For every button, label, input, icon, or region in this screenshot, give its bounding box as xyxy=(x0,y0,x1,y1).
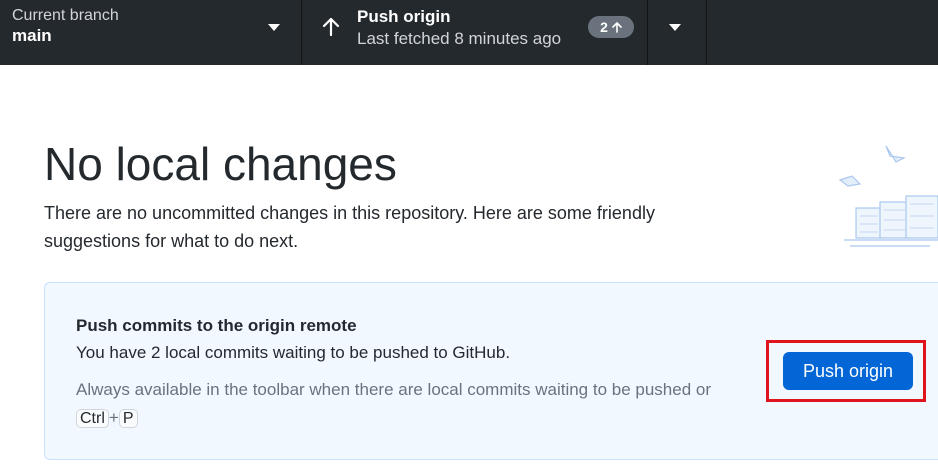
page-title: No local changes xyxy=(44,138,397,190)
shortcut-key-ctrl: Ctrl xyxy=(76,409,109,428)
branch-caret-down-icon xyxy=(268,24,280,31)
card-title: Push commits to the origin remote xyxy=(76,316,357,335)
push-dropdown-button[interactable] xyxy=(648,0,707,65)
ahead-count-badge: 2 xyxy=(588,16,634,38)
current-branch-name: main xyxy=(12,26,52,45)
card-description: You have 2 local commits waiting to be p… xyxy=(76,343,511,362)
shortcut-key-p: P xyxy=(118,409,138,428)
push-origin-title: Push origin xyxy=(357,7,451,26)
card-hint: Always available in the toolbar when the… xyxy=(76,376,756,433)
empty-state-illustration-icon xyxy=(838,145,938,247)
current-branch-label: Current branch xyxy=(12,7,119,24)
ahead-count: 2 xyxy=(600,19,608,35)
arrow-up-icon xyxy=(322,17,340,37)
card-hint-text: Always available in the toolbar when the… xyxy=(76,380,712,399)
push-caret-down-icon xyxy=(669,24,681,31)
shortcut-plus: + xyxy=(108,408,119,427)
badge-arrow-up-icon xyxy=(612,21,622,33)
push-origin-toolbar-button[interactable]: Push origin Last fetched 8 minutes ago 2 xyxy=(302,0,648,65)
push-origin-button[interactable]: Push origin xyxy=(783,352,913,390)
page-subtitle: There are no uncommitted changes in this… xyxy=(44,203,655,251)
current-branch-button[interactable]: Current branch main xyxy=(0,0,302,65)
last-fetched-text: Last fetched 8 minutes ago xyxy=(357,29,562,48)
app-toolbar: Current branch main Push origin Last fet… xyxy=(0,0,938,65)
